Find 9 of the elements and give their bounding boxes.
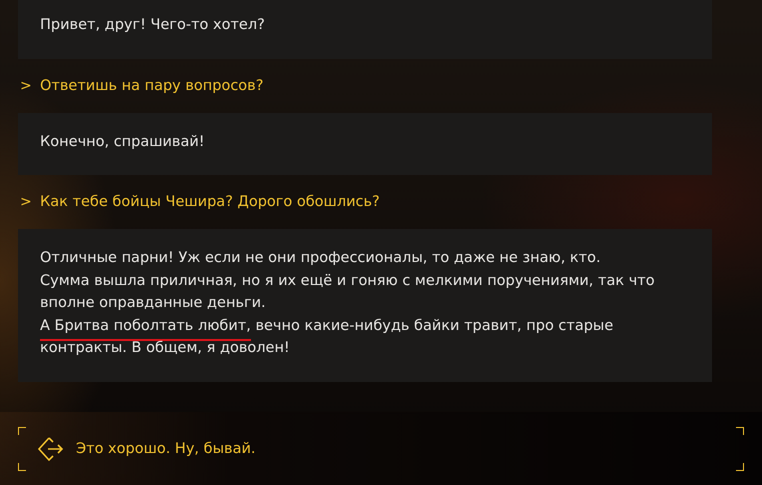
exit-icon xyxy=(36,434,64,462)
chevron-icon: > xyxy=(20,194,30,210)
reply-text: Привет, друг! Чего-то хотел? xyxy=(40,16,266,35)
question-text: Ответишь на пару вопросов? xyxy=(40,78,264,94)
chevron-icon: > xyxy=(20,78,30,94)
reply-text: Отличные парни! Уж если не они профессионалы, то даже не знаю, кто. Сумма вышла приличная, но я их ещё и гоняю с мелкими поручениями, так что вполне оправданные деньги. А Бритва поболтать любит, вечно какие-нибудь байки травит, про старые контракты. В общем, я доволен! xyxy=(40,249,656,358)
reply-text: Конечно, спрашивай! xyxy=(40,132,206,152)
question-text: Как тебе бойцы Чешира? Дорого обошлись? xyxy=(40,194,380,210)
exit-choice-button[interactable]: Это хорошо. Ну, бывай. xyxy=(18,426,744,470)
